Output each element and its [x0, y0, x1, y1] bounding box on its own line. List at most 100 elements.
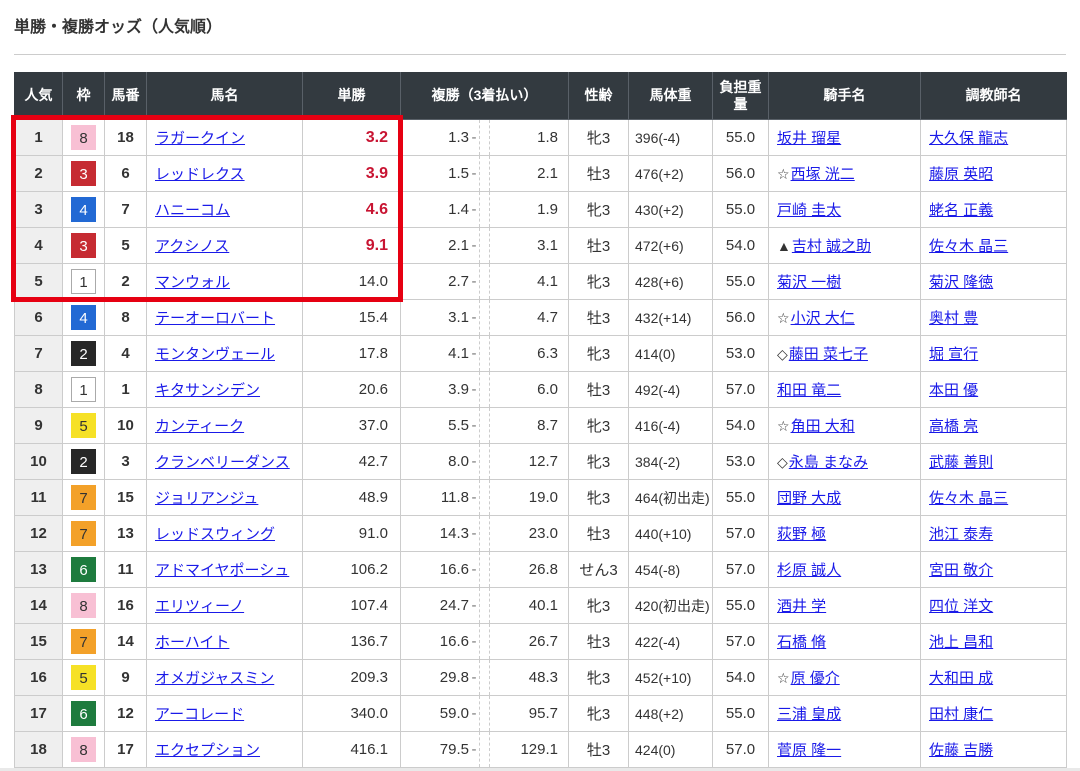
win-odds-cell: 209.3 — [303, 660, 401, 696]
jockey-name-link[interactable]: 原 優介 — [791, 670, 840, 687]
waku-badge: 2 — [71, 341, 96, 366]
place-odds-divider — [479, 336, 490, 371]
horse-name-link[interactable]: オメガジャスミン — [155, 670, 274, 687]
jockey-name-link[interactable]: 杉原 誠人 — [777, 562, 841, 579]
place-odds-cell: 4.1-6.3 — [401, 336, 569, 372]
jockey-name-link[interactable]: 小沢 大仁 — [791, 310, 855, 327]
horse-name-link[interactable]: キタサンシデン — [155, 382, 260, 399]
jockey-name-link[interactable]: 菊沢 一樹 — [777, 274, 841, 291]
horse-name-link[interactable]: レッドスウィング — [155, 526, 275, 543]
horse-name-cell: アーコレード — [147, 696, 303, 732]
jockey-name-link[interactable]: 坂井 瑠星 — [777, 130, 841, 147]
place-odds-min: 14.3 — [401, 525, 469, 542]
trainer-name-link[interactable]: 堀 宣行 — [929, 346, 978, 363]
place-odds-min: 24.7 — [401, 597, 469, 614]
horse-name-link[interactable]: アドマイヤポーシュ — [155, 562, 289, 579]
place-odds-max: 129.1 — [490, 741, 568, 758]
trainer-name-link[interactable]: 武藤 善則 — [929, 454, 993, 471]
sex-age-cell: 牡3 — [569, 156, 629, 192]
place-odds-min: 2.7 — [401, 273, 469, 290]
trainer-name-link[interactable]: 大和田 成 — [929, 670, 993, 687]
horse-name-link[interactable]: ラガークイン — [155, 130, 245, 147]
trainer-name-link[interactable]: 佐藤 吉勝 — [929, 742, 993, 759]
place-odds-max: 23.0 — [490, 525, 568, 542]
col-header-win: 単勝 — [303, 73, 401, 120]
col-header-sex-age: 性齢 — [569, 73, 629, 120]
jockey-name-link[interactable]: 三浦 皇成 — [777, 706, 841, 723]
trainer-name-link[interactable]: 佐々木 晶三 — [929, 238, 1008, 255]
trainer-name-link[interactable]: 高橋 亮 — [929, 418, 978, 435]
table-row: 724モンタンヴェール17.84.1-6.3牝3414(0)53.0◇藤田 菜七… — [15, 336, 1067, 372]
place-odds-max: 19.0 — [490, 489, 568, 506]
trainer-name-link[interactable]: 佐々木 晶三 — [929, 490, 1008, 507]
place-odds-cell: 16.6-26.7 — [401, 624, 569, 660]
table-row: 236レッドレクス3.91.5-2.1牡3476(+2)56.0☆西塚 洸二藤原… — [15, 156, 1067, 192]
col-header-num: 馬番 — [105, 73, 147, 120]
horse-name-link[interactable]: ホーハイト — [155, 634, 229, 651]
table-row: 18817エクセプション416.179.5-129.1牡3424(0)57.0菅… — [15, 732, 1067, 768]
carried-weight-cell: 56.0 — [713, 156, 769, 192]
rank-cell: 18 — [15, 732, 63, 768]
rank-cell: 6 — [15, 300, 63, 336]
jockey-name-link[interactable]: 和田 竜二 — [777, 382, 841, 399]
col-header-place: 複勝（3着払い） — [401, 73, 569, 120]
trainer-name-link[interactable]: 藤原 英昭 — [929, 166, 993, 183]
horse-weight-cell: 420(初出走) — [629, 588, 713, 624]
trainer-name-link[interactable]: 本田 優 — [929, 382, 978, 399]
horse-name-cell: オメガジャスミン — [147, 660, 303, 696]
horse-name-link[interactable]: エクセプション — [155, 742, 260, 759]
horse-name-link[interactable]: レッドレクス — [155, 166, 245, 183]
trainer-name-link[interactable]: 田村 康仁 — [929, 706, 993, 723]
carried-weight-cell: 57.0 — [713, 372, 769, 408]
place-odds-range: 4.1-6.3 — [401, 336, 568, 371]
horse-name-link[interactable]: テーオーロバート — [155, 310, 275, 327]
horse-number-cell: 7 — [105, 192, 147, 228]
horse-name-link[interactable]: エリツィーノ — [155, 598, 244, 615]
jockey-cell: ☆原 優介 — [769, 660, 921, 696]
jockey-name-link[interactable]: 西塚 洸二 — [791, 166, 855, 183]
place-odds-divider — [479, 408, 490, 443]
place-odds-min: 16.6 — [401, 561, 469, 578]
waku-badge: 4 — [71, 305, 96, 330]
trainer-name-link[interactable]: 蛯名 正義 — [929, 202, 993, 219]
horse-name-link[interactable]: クランベリーダンス — [155, 454, 290, 471]
jockey-name-link[interactable]: 角田 大和 — [791, 418, 855, 435]
jockey-name-link[interactable]: 藤田 菜七子 — [789, 346, 868, 363]
jockey-cell: 三浦 皇成 — [769, 696, 921, 732]
jockey-name-link[interactable]: 酒井 学 — [777, 598, 826, 615]
rank-cell: 3 — [15, 192, 63, 228]
carried-weight-cell: 55.0 — [713, 588, 769, 624]
jockey-name-link[interactable]: 菅原 隆一 — [777, 742, 841, 759]
horse-name-link[interactable]: アーコレード — [155, 706, 244, 723]
waku-badge: 8 — [71, 125, 96, 150]
horse-name-link[interactable]: カンティーク — [155, 418, 244, 435]
jockey-name-link[interactable]: 戸崎 圭太 — [777, 202, 841, 219]
jockey-name-link[interactable]: 永島 まなみ — [789, 454, 868, 471]
horse-name-link[interactable]: モンタンヴェール — [155, 346, 275, 363]
trainer-cell: 高橋 亮 — [921, 408, 1067, 444]
waku-cell: 8 — [63, 120, 105, 156]
trainer-cell: 堀 宣行 — [921, 336, 1067, 372]
jockey-name-link[interactable]: 荻野 極 — [777, 526, 826, 543]
place-odds-min: 29.8 — [401, 669, 469, 686]
horse-name-link[interactable]: ハニーコム — [155, 202, 230, 219]
trainer-name-link[interactable]: 菊沢 隆徳 — [929, 274, 993, 291]
jockey-name-link[interactable]: 吉村 誠之助 — [792, 238, 871, 255]
jockey-name-link[interactable]: 団野 大成 — [777, 490, 841, 507]
jockey-cell: 坂井 瑠星 — [769, 120, 921, 156]
trainer-cell: 四位 洋文 — [921, 588, 1067, 624]
trainer-name-link[interactable]: 奥村 豊 — [929, 310, 978, 327]
sex-age-cell: 牝3 — [569, 660, 629, 696]
sex-age-cell: 牡3 — [569, 372, 629, 408]
place-odds-cell: 2.1-3.1 — [401, 228, 569, 264]
trainer-name-link[interactable]: 大久保 龍志 — [929, 130, 1008, 147]
horse-name-link[interactable]: アクシノス — [155, 238, 229, 255]
jockey-name-link[interactable]: 石橋 脩 — [777, 634, 826, 651]
trainer-name-link[interactable]: 四位 洋文 — [929, 598, 993, 615]
trainer-name-link[interactable]: 宮田 敬介 — [929, 562, 993, 579]
horse-name-link[interactable]: ジョリアンジュ — [155, 490, 258, 507]
trainer-name-link[interactable]: 池江 泰寿 — [929, 526, 993, 543]
horse-name-link[interactable]: マンウォル — [155, 274, 230, 291]
trainer-name-link[interactable]: 池上 昌和 — [929, 634, 993, 651]
trainer-cell: 本田 優 — [921, 372, 1067, 408]
